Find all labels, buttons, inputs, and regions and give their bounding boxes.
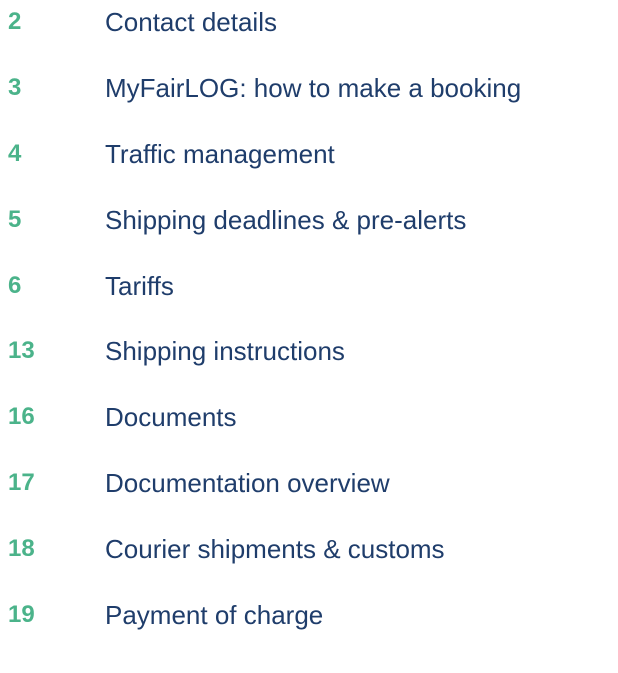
toc-entry-label: Payment of charge bbox=[105, 599, 324, 630]
toc-entry-shipping-instructions[interactable]: 13 Shipping instructions bbox=[0, 331, 618, 371]
toc-entry-label: Traffic management bbox=[105, 138, 335, 169]
table-of-contents: 2 Contact details 3 MyFairLOG: how to ma… bbox=[0, 0, 618, 673]
toc-entry-myfairlog-booking[interactable]: 3 MyFairLOG: how to make a booking bbox=[0, 68, 618, 108]
toc-entry-label: Documentation overview bbox=[105, 467, 390, 498]
toc-entry-shipping-deadlines[interactable]: 5 Shipping deadlines & pre-alerts bbox=[0, 200, 618, 240]
toc-page-number: 17 bbox=[8, 469, 35, 496]
toc-entry-contact-details[interactable]: 2 Contact details bbox=[0, 2, 618, 42]
toc-entry-label: Shipping instructions bbox=[105, 335, 345, 366]
toc-entry-courier-shipments[interactable]: 18 Courier shipments & customs bbox=[0, 529, 618, 569]
toc-entry-label: MyFairLOG: how to make a booking bbox=[105, 72, 522, 103]
toc-page-number: 5 bbox=[8, 206, 22, 233]
toc-entry-documents[interactable]: 16 Documents bbox=[0, 397, 618, 437]
toc-entry-documentation-overview[interactable]: 17 Documentation overview bbox=[0, 463, 618, 503]
toc-entry-tariffs[interactable]: 6 Tariffs bbox=[0, 266, 618, 306]
toc-entry-payment-of-charge[interactable]: 19 Payment of charge bbox=[0, 595, 618, 635]
toc-entry-label: Shipping deadlines & pre-alerts bbox=[105, 204, 467, 235]
toc-entry-label: Tariffs bbox=[105, 270, 174, 301]
toc-page-number: 4 bbox=[8, 140, 22, 167]
toc-page-number: 6 bbox=[8, 272, 22, 299]
toc-page-number: 3 bbox=[8, 74, 22, 101]
toc-page-number: 19 bbox=[8, 601, 35, 628]
toc-page-number: 2 bbox=[8, 8, 22, 35]
toc-entry-label: Courier shipments & customs bbox=[105, 533, 445, 564]
toc-entry-traffic-management[interactable]: 4 Traffic management bbox=[0, 134, 618, 174]
toc-page-number: 18 bbox=[8, 535, 35, 562]
toc-entry-label: Documents bbox=[105, 401, 237, 432]
toc-page-number: 13 bbox=[8, 337, 35, 364]
toc-page-number: 16 bbox=[8, 403, 35, 430]
toc-entry-label: Contact details bbox=[105, 6, 277, 37]
